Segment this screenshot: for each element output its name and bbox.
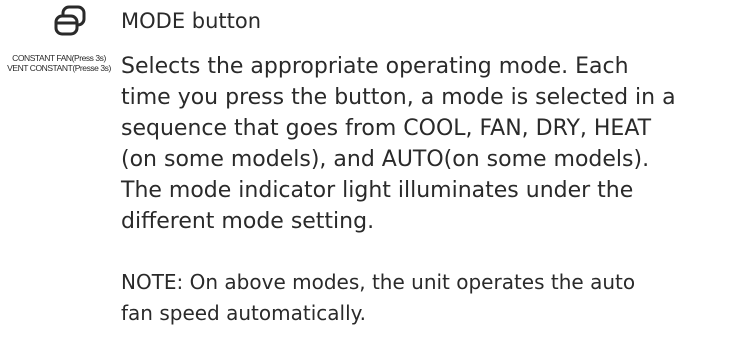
- description-line: sequence that goes from COOL, FAN, DRY, …: [121, 116, 652, 141]
- description-line: time you press the button, a mode is sel…: [121, 85, 676, 110]
- note-line: fan speed automatically.: [121, 301, 366, 325]
- description-line: different mode setting.: [121, 209, 375, 234]
- description: Selects the appropriate operating mode. …: [121, 51, 731, 237]
- icon-caption-line-2: VENT CONSTANT(Presse 3s): [7, 63, 111, 73]
- manual-section-mode: CONSTANT FAN(Press 3s) VENT CONSTANT(Pre…: [0, 0, 738, 354]
- description-line: The mode indicator light illuminates und…: [121, 178, 634, 203]
- description-line: Selects the appropriate operating mode. …: [121, 54, 629, 79]
- icon-caption-line-1: CONSTANT FAN(Press 3s): [12, 53, 106, 63]
- note: NOTE: On above modes, the unit operates …: [121, 267, 731, 329]
- section-title: MODE button: [121, 9, 262, 33]
- mode-icon: [50, 4, 90, 44]
- note-line: NOTE: On above modes, the unit operates …: [121, 270, 636, 294]
- description-line: (on some models), and AUTO(on some model…: [121, 147, 650, 172]
